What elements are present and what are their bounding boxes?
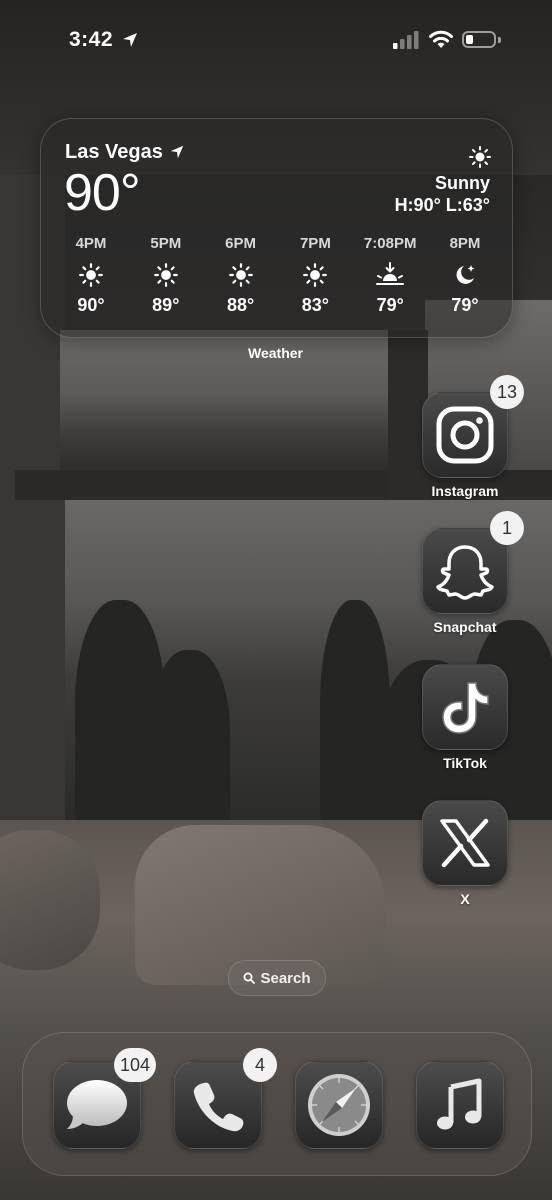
weather-city: Las Vegas <box>65 141 163 163</box>
hour-temp: 90° <box>77 295 105 315</box>
hour-temp: 79° <box>376 295 404 315</box>
location-arrow-icon <box>170 145 184 159</box>
messages-icon <box>67 1080 127 1129</box>
weather-widget[interactable]: Las Vegas 90° Sunny H:90° L:63° 4PM 90° … <box>40 118 513 338</box>
sun-icon <box>303 263 328 287</box>
battery-icon <box>462 31 496 48</box>
search-button[interactable]: Search <box>228 960 326 996</box>
snapchat-ghost-icon[interactable]: 1 <box>422 511 524 614</box>
location-arrow-icon <box>123 33 137 47</box>
app-label: Snapchat <box>433 619 497 635</box>
hourly-item: 5PM 89° <box>130 235 202 316</box>
hourly-forecast: 4PM 90° 5PM 89° 6PM 88° 7PM 83° 7:08PM 7… <box>55 235 501 316</box>
sun-icon <box>79 263 103 287</box>
hour-temp: 83° <box>301 295 329 315</box>
hour-temp: 79° <box>451 295 479 315</box>
app-label: X <box>460 891 470 907</box>
dock-app-music[interactable] <box>416 1061 504 1149</box>
weather-temperature: 90° <box>64 164 141 222</box>
app-label: TikTok <box>443 755 487 771</box>
status-bar: 3:42 <box>0 0 552 84</box>
hour-time: 5PM <box>150 235 182 252</box>
x-logo-icon[interactable] <box>422 800 508 886</box>
signal-icon <box>393 31 419 49</box>
hour-time: 7:08PM <box>363 235 417 252</box>
app-label: Instagram <box>431 483 499 499</box>
tiktok-icon[interactable] <box>422 664 508 750</box>
app-instagram[interactable]: 13 Instagram <box>410 375 524 499</box>
phone-icon <box>193 1082 244 1132</box>
hour-temp: 88° <box>226 295 255 315</box>
hour-time: 4PM <box>75 235 107 252</box>
instagram-icon[interactable]: 13 <box>422 375 524 478</box>
notification-badge: 104 <box>113 1048 156 1082</box>
dock: 104 4 <box>22 1032 532 1176</box>
sun-icon <box>469 146 491 168</box>
dock-app-phone[interactable]: 4 <box>174 1048 277 1149</box>
app-tiktok[interactable]: TikTok <box>410 664 520 771</box>
hourly-item: 6PM 88° <box>205 235 277 316</box>
music-note-icon <box>437 1078 482 1130</box>
hourly-item: 8PM 79° <box>429 235 501 316</box>
hour-time: 6PM <box>225 235 257 252</box>
notification-badge: 1 <box>490 511 524 545</box>
weather-widget-label: Weather <box>248 345 303 361</box>
hourly-item: 7PM 83° <box>279 235 351 316</box>
sun-icon <box>153 263 178 287</box>
hour-temp: 89° <box>152 295 180 315</box>
weather-high-low: H:90° L:63° <box>394 195 490 215</box>
notification-badge: 4 <box>243 1048 277 1082</box>
notification-badge: 13 <box>490 375 524 409</box>
sun-icon <box>228 263 253 287</box>
hour-time: 8PM <box>449 235 481 252</box>
app-snapchat[interactable]: 1 Snapchat <box>410 511 524 635</box>
moon-stars-icon <box>456 265 475 284</box>
sunset-icon <box>376 262 405 285</box>
hourly-item: 7:08PM 79° <box>354 235 426 316</box>
hourly-item: 4PM 90° <box>55 235 127 316</box>
wifi-icon <box>429 30 453 48</box>
safari-compass-icon <box>308 1074 370 1136</box>
search-label: Search <box>260 969 311 987</box>
status-time: 3:42 <box>69 28 114 51</box>
hour-time: 7PM <box>299 235 331 252</box>
search-icon <box>243 972 256 984</box>
dock-app-messages[interactable]: 104 <box>53 1048 156 1149</box>
weather-condition: Sunny <box>434 173 490 193</box>
app-x[interactable]: X <box>410 800 520 907</box>
dock-app-safari[interactable] <box>295 1061 383 1149</box>
